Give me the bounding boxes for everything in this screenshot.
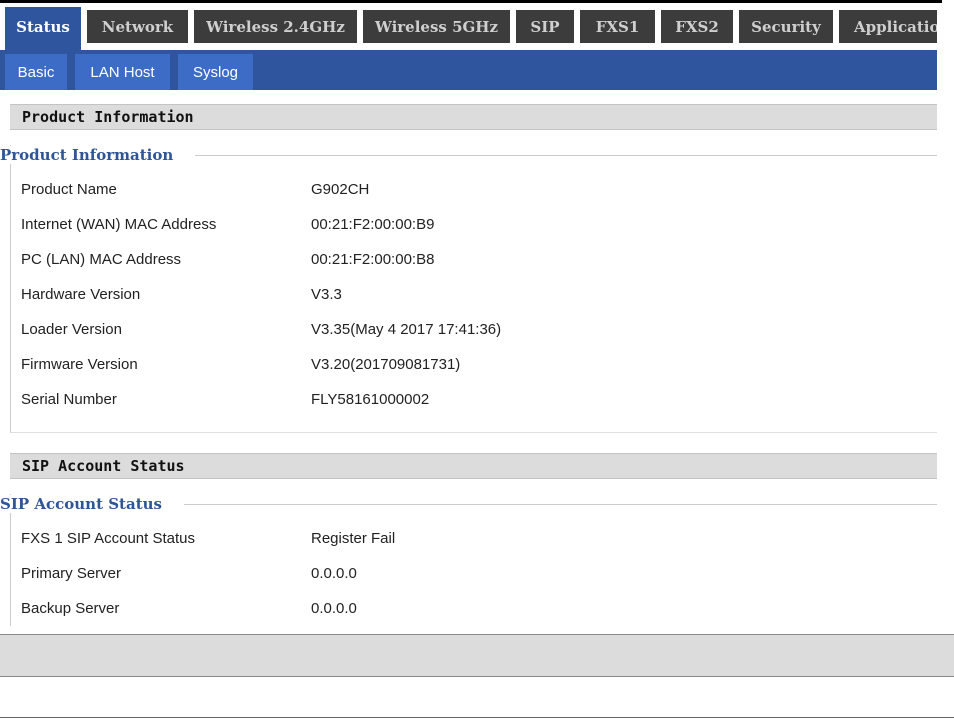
tab-status[interactable]: Status (5, 7, 81, 50)
tab-network[interactable]: Network (87, 10, 188, 43)
loader-version-value: V3.35(May 4 2017 17:41:36) (311, 321, 502, 338)
tab-application[interactable]: Application (839, 10, 937, 43)
product-legend-line (187, 155, 937, 156)
product-section-title: Product Information (22, 108, 194, 126)
hardware-version-value: V3.3 (311, 286, 342, 303)
firmware-version-label: Firmware Version (21, 356, 138, 373)
product-info-legend: Product Information (0, 146, 196, 164)
wan-mac-value: 00:21:F2:00:00:B9 (311, 216, 435, 233)
fxs1-sip-status-label: FXS 1 SIP Account Status (21, 530, 195, 547)
product-name-label: Product Name (21, 181, 117, 198)
lan-mac-label: PC (LAN) MAC Address (21, 251, 182, 268)
product-name-value: G902CH (311, 181, 370, 198)
subtab-lan-host[interactable]: LAN Host (75, 54, 170, 90)
tab-security[interactable]: Security (739, 10, 833, 43)
footer-bar (0, 634, 954, 677)
hardware-version-label: Hardware Version (21, 286, 141, 303)
subtab-syslog[interactable]: Syslog (178, 54, 253, 90)
sip-section-header: SIP Account Status (10, 453, 937, 479)
serial-number-label: Serial Number (21, 391, 117, 408)
firmware-version-value: V3.20(201709081731) (311, 356, 461, 373)
primary-server-value: 0.0.0.0 (311, 565, 357, 582)
wan-mac-label: Internet (WAN) MAC Address (21, 216, 217, 233)
sip-status-group (10, 494, 937, 626)
primary-server-label: Primary Server (21, 565, 122, 582)
tab-fxs1[interactable]: FXS1 (580, 10, 655, 43)
sub-tab-bar: Basic LAN Host Syslog (0, 50, 937, 90)
subtab-basic[interactable]: Basic (5, 54, 67, 90)
product-section-header: Product Information (10, 104, 937, 130)
sip-status-legend: SIP Account Status (0, 495, 184, 513)
tab-sip[interactable]: SIP (516, 10, 574, 43)
backup-server-value: 0.0.0.0 (311, 600, 357, 617)
product-info-group (10, 145, 937, 433)
tab-fxs2[interactable]: FXS2 (661, 10, 733, 43)
main-tab-bar: Status Network Wireless 2.4GHz Wireless … (0, 3, 937, 50)
sip-section-title: SIP Account Status (22, 457, 185, 475)
fxs1-sip-status-value: Register Fail (311, 530, 396, 547)
sip-legend-line (175, 504, 937, 505)
bottom-rule (0, 717, 954, 718)
serial-number-value: FLY58161000002 (311, 391, 430, 408)
loader-version-label: Loader Version (21, 321, 122, 338)
tab-wireless-24ghz[interactable]: Wireless 2.4GHz (194, 10, 357, 43)
tab-wireless-5ghz[interactable]: Wireless 5GHz (363, 10, 510, 43)
backup-server-label: Backup Server (21, 600, 120, 617)
lan-mac-value: 00:21:F2:00:00:B8 (311, 251, 435, 268)
